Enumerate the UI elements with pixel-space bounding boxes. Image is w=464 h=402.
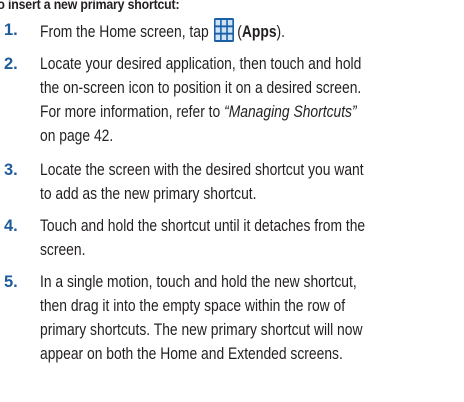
step-number: 5.	[4, 273, 18, 291]
step-text: In a single motion, touch and hold the n…	[40, 270, 460, 366]
step-5-line-4: appear on both the Home and Extended scr…	[40, 345, 343, 363]
apps-label: Apps	[241, 23, 277, 41]
step-4-line-2: screen.	[40, 241, 86, 259]
step-5-line-1: In a single motion, touch and hold the n…	[40, 273, 357, 291]
step-number: 2.	[4, 55, 18, 73]
step-text: Locate the screen with the desired short…	[40, 158, 460, 206]
step-number: 1.	[4, 21, 18, 39]
step-text: From the Home screen, tap (Apps).	[40, 18, 460, 44]
close-paren: ).	[276, 23, 286, 41]
step-number: 4.	[4, 217, 18, 235]
step-3-line-1: Locate the screen with the desired short…	[40, 161, 364, 179]
managing-shortcuts-reference[interactable]: “Managing Shortcuts”	[224, 103, 357, 121]
step-text: Touch and hold the shortcut until it det…	[40, 214, 460, 262]
step-5-line-2: then drag it into the empty space within…	[40, 297, 346, 315]
step-5-line-3: primary shortcuts. The new primary short…	[40, 321, 363, 339]
step-text: Locate your desired application, then to…	[40, 52, 460, 148]
step-4-line-1: Touch and hold the shortcut until it det…	[40, 217, 366, 235]
apps-grid-icon	[213, 18, 234, 42]
step-2-line-4: on page 42.	[40, 127, 114, 145]
refer-prefix: For more information, refer to	[40, 103, 225, 121]
manual-page: To insert a new primary shortcut: 1. Fro…	[0, 0, 464, 402]
step-2-line-3: For more information, refer to “Managing…	[40, 100, 460, 124]
step-3-line-2: to add as the new primary shortcut.	[40, 185, 257, 203]
step-1-text: From the Home screen, tap	[40, 23, 209, 41]
step-number: 3.	[4, 161, 18, 179]
step-2-line-1: Locate your desired application, then to…	[40, 55, 362, 73]
section-heading: To insert a new primary shortcut:	[0, 0, 180, 12]
step-2-line-2: the on-screen icon to position it on a d…	[40, 79, 362, 97]
